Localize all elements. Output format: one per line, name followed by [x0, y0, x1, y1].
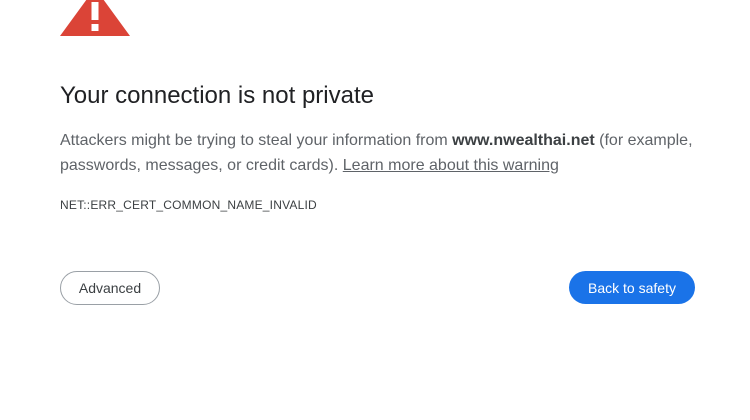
domain-name: www.nwealthai.net	[452, 132, 595, 149]
message-text: Attackers might be trying to steal your …	[60, 132, 453, 149]
warning-message: Attackers might be trying to steal your …	[60, 128, 700, 178]
error-code: NET::ERR_CERT_COMMON_NAME_INVALID	[60, 198, 317, 212]
advanced-button[interactable]: Advanced	[60, 271, 160, 305]
learn-more-link[interactable]: Learn more about this warning	[343, 157, 559, 174]
warning-triangle-icon	[60, 0, 130, 36]
page-title: Your connection is not private	[60, 82, 374, 109]
back-to-safety-button[interactable]: Back to safety	[569, 271, 695, 304]
